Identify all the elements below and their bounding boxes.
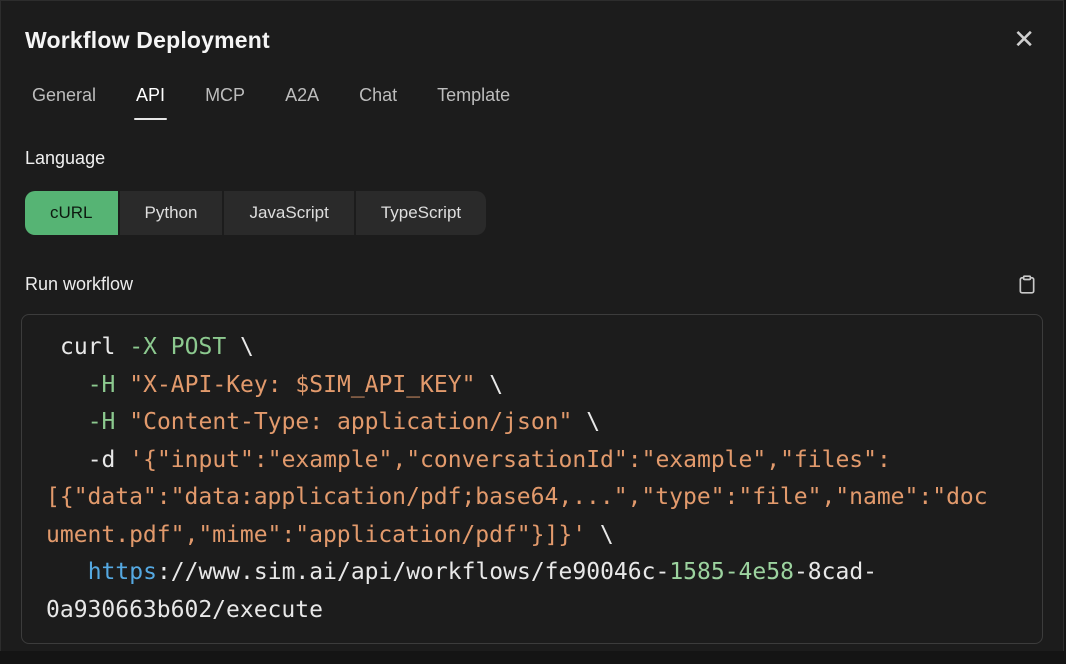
run-workflow-label: Run workflow [25,271,133,297]
code-line: -H "X-API-Key: $SIM_API_KEY" \ [60,367,1032,405]
tab-mcp[interactable]: MCP [205,85,245,120]
language-group: cURLPythonJavaScriptTypeScript [25,191,1039,235]
clipboard-icon [1017,274,1037,295]
workflow-deployment-dialog: Workflow Deployment ✕ General API MCP A2A Ch… [0,0,1064,651]
close-icon[interactable]: ✕ [1013,27,1035,51]
language-option-javascript[interactable]: JavaScript [224,191,353,235]
code-segment [115,372,129,398]
language-option-typescript[interactable]: TypeScript [356,191,486,235]
language-option-python[interactable]: Python [120,191,223,235]
tab-api[interactable]: API [136,85,165,120]
code-segment: ument.pdf","mime":"application/pdf"}]}' [46,522,586,548]
code-segment: curl [60,334,129,360]
code-segment [60,559,88,585]
code-segment: -8cad- [794,559,877,585]
code-line: ument.pdf","mime":"application/pdf"}]}' … [46,517,1032,555]
tab-general[interactable]: General [32,85,96,120]
code-segment: \ [475,372,503,398]
code-line: https://www.sim.ai/api/workflows/fe90046… [60,554,1032,592]
code-line: [{"data":"data:application/pdf;base64,..… [46,479,1032,517]
code-segment: [{"data":"data:application/pdf;base64,..… [46,484,988,510]
code-segment: https [88,559,157,585]
language-label: Language [25,146,1039,170]
code-segment: \ [226,334,254,360]
code-segment: -H [88,409,116,435]
code-segment: '{"input":"example","conversationId":"ex… [129,447,891,473]
code-segment: ://www.sim.ai/api/workflows/fe90046c- [157,559,669,585]
code-segment: -H [88,372,116,398]
code-segment: \ [586,522,614,548]
code-block[interactable]: curl -X POST \ -H "X-API-Key: $SIM_API_K… [21,314,1043,644]
dialog-title: Workflow Deployment [25,25,270,55]
code-line: -d '{"input":"example","conversationId":… [60,442,1032,480]
code-segment: "X-API-Key: $SIM_API_KEY" [129,372,475,398]
tab-chat[interactable]: Chat [359,85,397,120]
tab-template[interactable]: Template [437,85,510,120]
code-segment [115,409,129,435]
code-segment: 0a930663b602/execute [46,597,323,623]
tab-bar: General API MCP A2A Chat Template [32,85,1039,120]
code-line: 0a930663b602/execute [46,592,1032,630]
dialog-header: Workflow Deployment ✕ [25,25,1039,55]
copy-code-button[interactable] [1017,274,1037,295]
code-segment: -X POST [129,334,226,360]
run-workflow-row: Run workflow [25,271,1039,297]
code-line: -H "Content-Type: application/json" \ [60,404,1032,442]
code-segment [60,372,88,398]
code-segment: 1585-4e58 [669,559,794,585]
tab-a2a[interactable]: A2A [285,85,319,120]
code-segment: \ [572,409,600,435]
code-segment: "Content-Type: application/json" [129,409,572,435]
code-segment [60,409,88,435]
code-line: curl -X POST \ [60,329,1032,367]
code-segment: -d [60,447,129,473]
language-option-curl[interactable]: cURL [25,191,118,235]
